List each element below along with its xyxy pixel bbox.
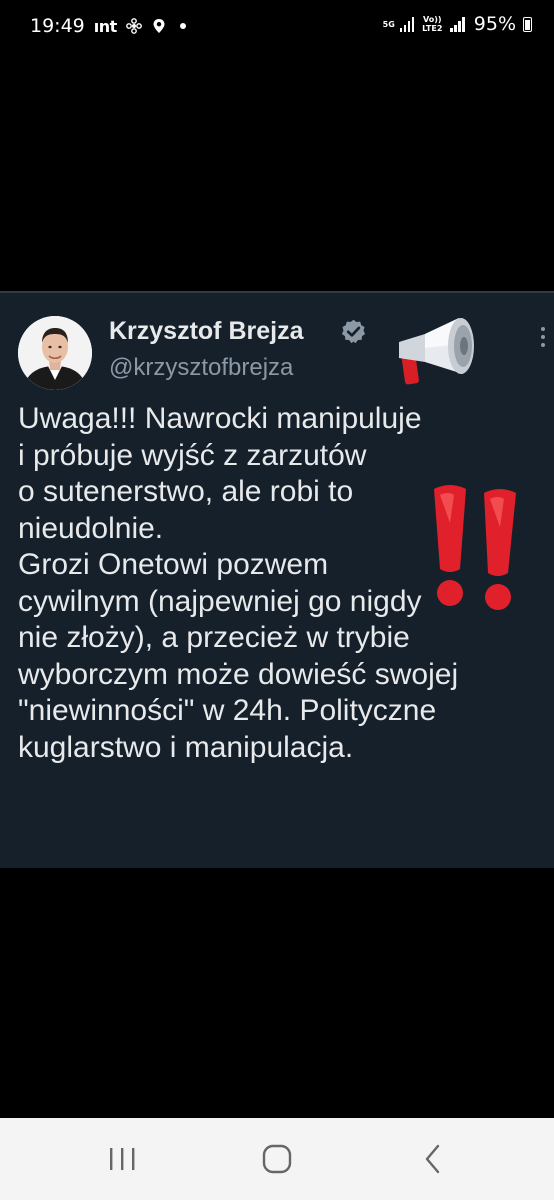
status-bar: 19:49 ınt 5G Vo)) LTE2 95% bbox=[0, 0, 554, 56]
signal-1-icon bbox=[399, 16, 415, 32]
tweet-text-line: Uwaga!!! Nawrocki manipuluje bbox=[18, 402, 422, 435]
more-options-icon[interactable] bbox=[540, 327, 546, 351]
battery-icon bbox=[523, 16, 532, 32]
status-time: 19:49 bbox=[30, 15, 85, 37]
tweet-text-line: kuglarstwo i manipulacja. bbox=[18, 730, 354, 764]
avatar[interactable] bbox=[18, 316, 92, 390]
profile-photo bbox=[18, 316, 92, 390]
volte-indicator: Vo)) LTE2 bbox=[422, 15, 443, 33]
recent-apps-icon[interactable] bbox=[102, 1142, 142, 1176]
author-handle[interactable]: @krzysztofbrejza bbox=[109, 354, 293, 382]
megaphone-icon bbox=[399, 318, 474, 385]
carrier-label: ınt bbox=[93, 16, 118, 36]
home-icon[interactable] bbox=[257, 1142, 297, 1176]
tweet-text-line: i próbuje wyjść z zarzutów bbox=[18, 438, 367, 472]
tweet-text-line: nie złoży), a przecież w trybie bbox=[18, 621, 410, 654]
tweet-card[interactable]: Krzysztof Brejza @krzysztofbrejza Uwaga!… bbox=[0, 291, 554, 868]
5g-indicator: 5G bbox=[382, 19, 395, 29]
battery-percent: 95% bbox=[473, 13, 516, 35]
fan-icon bbox=[125, 18, 142, 34]
tweet-text-line: wyborczym może dowieść swojej bbox=[18, 657, 459, 691]
verified-badge-icon bbox=[341, 319, 366, 344]
system-nav-bar bbox=[0, 1118, 554, 1200]
location-icon bbox=[153, 19, 165, 33]
notification-dot bbox=[179, 23, 186, 29]
double-exclamation-icon bbox=[434, 485, 516, 610]
back-icon[interactable] bbox=[414, 1142, 454, 1176]
author-name[interactable]: Krzysztof Brejza bbox=[109, 317, 304, 346]
tweet-text-line: "niewinności" w 24h. Polityczne bbox=[18, 694, 437, 727]
signal-2-icon bbox=[450, 16, 465, 32]
